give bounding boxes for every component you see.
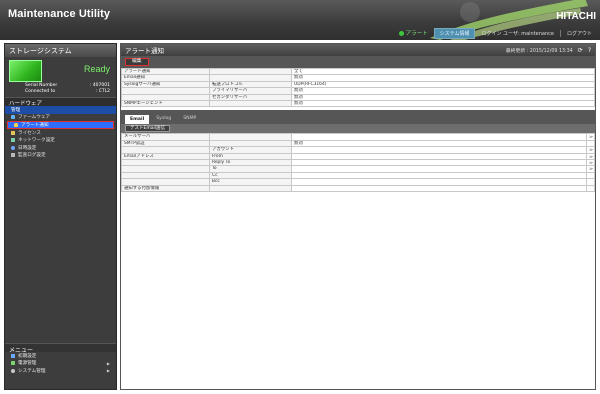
sidebar-item-label: ファームウェア — [18, 115, 51, 121]
menu-item-label: 初期設定 — [18, 353, 37, 359]
help-icon[interactable]: ? — [588, 47, 591, 54]
storage-status: Ready — [9, 60, 112, 82]
header-toolbar: アラート システム情報 ログイン ユーザ: maintenance ログアウト — [0, 26, 600, 40]
submenu-arrow-icon: ▶ — [106, 368, 110, 373]
connected-row: Connected to : CTL2 — [5, 88, 116, 94]
setup-icon — [11, 353, 15, 358]
send-test-email-button[interactable]: テストEmail送信 — [125, 125, 170, 133]
main-header-right: 最終更新 : 2015/12/09 13:34 ⟳ ? — [506, 47, 591, 54]
sidebar-item-license[interactable]: ライセンス — [5, 129, 116, 137]
last-update-text: 最終更新 : 2015/12/09 13:34 — [505, 48, 573, 54]
serial-value: : 407001 — [89, 83, 110, 88]
sidebar-item-network[interactable]: ネットワーク設定 — [5, 136, 116, 144]
storage-status-text: Ready — [83, 64, 110, 74]
refresh-icon[interactable]: ⟳ — [578, 47, 583, 54]
login-user-text: ログイン ユーザ: maintenance — [481, 30, 554, 37]
app-header: Maintenance Utility HITACHI アラート システム情報 … — [0, 0, 600, 40]
serial-label: Serial Number — [25, 83, 58, 88]
table-row: SNMPエージェント 無効 — [121, 99, 595, 108]
sidebar-item-management[interactable]: 管理 — [5, 106, 116, 114]
firmware-icon — [11, 115, 15, 120]
connected-label: Connected to — [25, 89, 56, 94]
sidebar-item-firmware[interactable]: ファームウェア — [5, 114, 116, 122]
alert-status-icon — [398, 30, 404, 36]
alert-label: アラート — [405, 31, 428, 37]
power-icon — [11, 361, 15, 366]
email-sub-toolbar: テストEmail送信 — [121, 124, 595, 134]
hardware-section[interactable]: ハードウェア — [5, 97, 116, 107]
row-label: 通知する付加情報 — [121, 184, 210, 193]
menu-area: メニュー 初期設定 電源管理 ▶ システム管理 ▶ — [5, 343, 116, 389]
row-label: SNMPエージェント — [121, 99, 210, 108]
menu-title: メニュー — [5, 343, 116, 354]
network-icon — [11, 138, 15, 143]
app-title: Maintenance Utility — [8, 8, 111, 20]
main-header: アラート通知 最終更新 : 2015/12/09 13:34 ⟳ ? — [121, 44, 595, 56]
sidebar-item-label: アラート通知 — [21, 122, 49, 128]
brand-logo: HITACHI — [556, 11, 596, 22]
log-icon — [11, 153, 15, 158]
alert-settings-table: アラート通知 全て Email通知 無効 Syslogサーバ通知 転送プロトコル UDP(R… — [121, 67, 595, 108]
sidebar-title: ストレージシステム — [5, 44, 116, 57]
sidebar-item-alert-notification[interactable]: アラート通知 — [7, 121, 114, 129]
menu-item-initial-setup[interactable]: 初期設定 — [5, 352, 116, 360]
system-info-button[interactable]: システム情報 — [433, 27, 476, 39]
main-panel: アラート通知 最終更新 : 2015/12/09 13:34 ⟳ ? 編集 アラ… — [120, 43, 596, 390]
tab-email[interactable]: Email — [125, 115, 150, 125]
sidebar-item-label: ネットワーク設定 — [18, 138, 55, 144]
connected-value: : CTL2 — [95, 89, 110, 94]
sidebar-item-label: 日時設定 — [18, 145, 37, 151]
table-row: 通知する付加情報 — [121, 184, 595, 193]
menu-item-power[interactable]: 電源管理 ▶ — [5, 360, 116, 368]
sidebar-item-label: 管理 — [11, 107, 21, 113]
sidebar-item-label: ライセンス — [18, 130, 41, 136]
sidebar-item-audit-log[interactable]: 監査ログ設定 — [5, 152, 116, 160]
system-gear-icon — [11, 368, 15, 373]
sidebar-item-datetime[interactable]: 日時設定 — [5, 144, 116, 152]
submenu-arrow-icon: ▶ — [106, 360, 110, 366]
sidebar: ストレージシステム Ready Serial Number : 407001 C… — [4, 43, 117, 390]
row-sublabel — [209, 99, 292, 108]
storage-status-icon — [9, 60, 42, 82]
key-icon — [11, 130, 15, 135]
menu-item-label: システム管理 — [18, 368, 46, 374]
tab-snmp[interactable]: SNMP — [178, 115, 201, 124]
alert-link[interactable]: アラート — [398, 29, 428, 37]
row-value — [291, 184, 587, 193]
expand-arrow-icon — [586, 184, 595, 193]
alert-bell-icon — [14, 122, 18, 127]
row-value: 無効 — [291, 99, 595, 108]
logout-button[interactable]: ログアウト — [559, 29, 592, 37]
main-toolbar: 編集 — [121, 56, 595, 68]
tab-syslog[interactable]: Syslog — [151, 115, 176, 124]
tabs-bar: Email Syslog SNMP — [121, 110, 595, 125]
sidebar-item-label: 監査ログ設定 — [18, 153, 46, 159]
menu-item-label: 電源管理 — [18, 361, 37, 367]
clock-icon — [11, 145, 15, 150]
menu-item-system[interactable]: システム管理 ▶ — [5, 367, 116, 375]
email-settings-table: メールサーバ ≫ SMTP認証 無効 アカウント ≫ Emailアドレス From ≫ Reply… — [121, 133, 595, 193]
page-title: アラート通知 — [125, 47, 164, 55]
row-sublabel — [209, 184, 292, 193]
edit-button[interactable]: 編集 — [125, 58, 149, 66]
